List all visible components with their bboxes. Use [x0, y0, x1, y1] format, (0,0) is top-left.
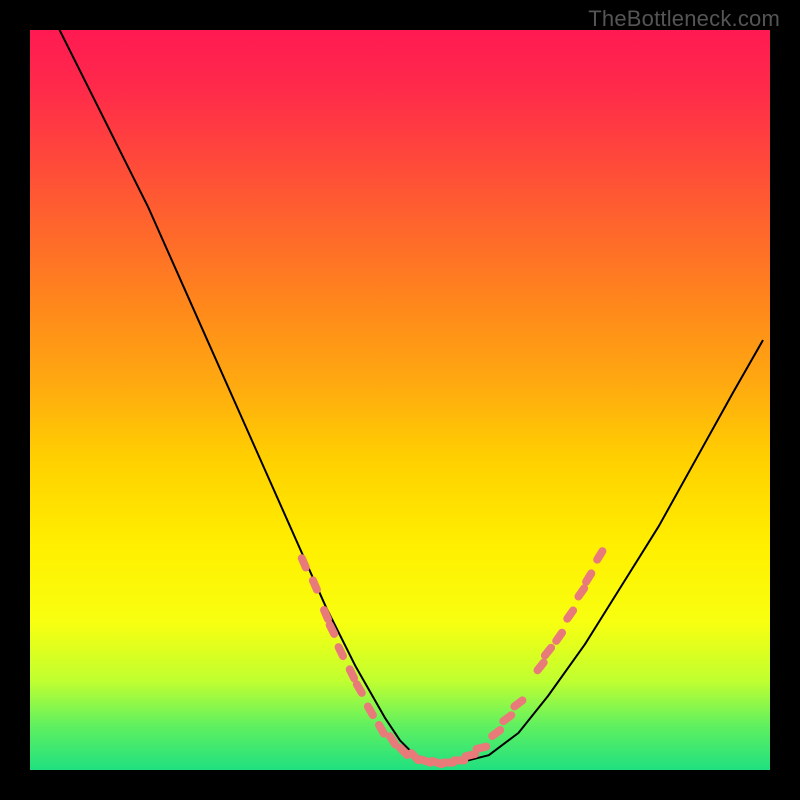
- data-marker: [597, 551, 602, 559]
- data-marker: [492, 730, 500, 736]
- data-marker: [368, 707, 373, 716]
- chart-frame: TheBottleneck.com: [0, 0, 800, 800]
- data-marker: [567, 611, 573, 619]
- data-marker: [514, 700, 522, 706]
- data-marker: [538, 663, 544, 671]
- data-marker: [390, 736, 396, 744]
- data-curve: [60, 30, 763, 763]
- data-marker: [339, 647, 343, 656]
- data-marker: [313, 580, 317, 589]
- data-marker: [556, 633, 562, 641]
- plot-area: [30, 30, 770, 770]
- data-marker: [350, 669, 354, 678]
- data-marker: [400, 748, 407, 755]
- data-marker: [477, 747, 487, 749]
- data-marker: [586, 573, 591, 581]
- data-marker: [465, 754, 475, 756]
- data-marker: [302, 558, 306, 567]
- data-marker: [503, 715, 511, 721]
- data-marker: [324, 610, 328, 619]
- data-marker: [578, 588, 584, 596]
- data-marker: [545, 648, 551, 656]
- curve-layer: [30, 30, 770, 770]
- data-marker: [357, 684, 362, 693]
- data-marker: [330, 625, 335, 634]
- watermark-text: TheBottleneck.com: [588, 6, 780, 32]
- data-marker: [379, 725, 384, 734]
